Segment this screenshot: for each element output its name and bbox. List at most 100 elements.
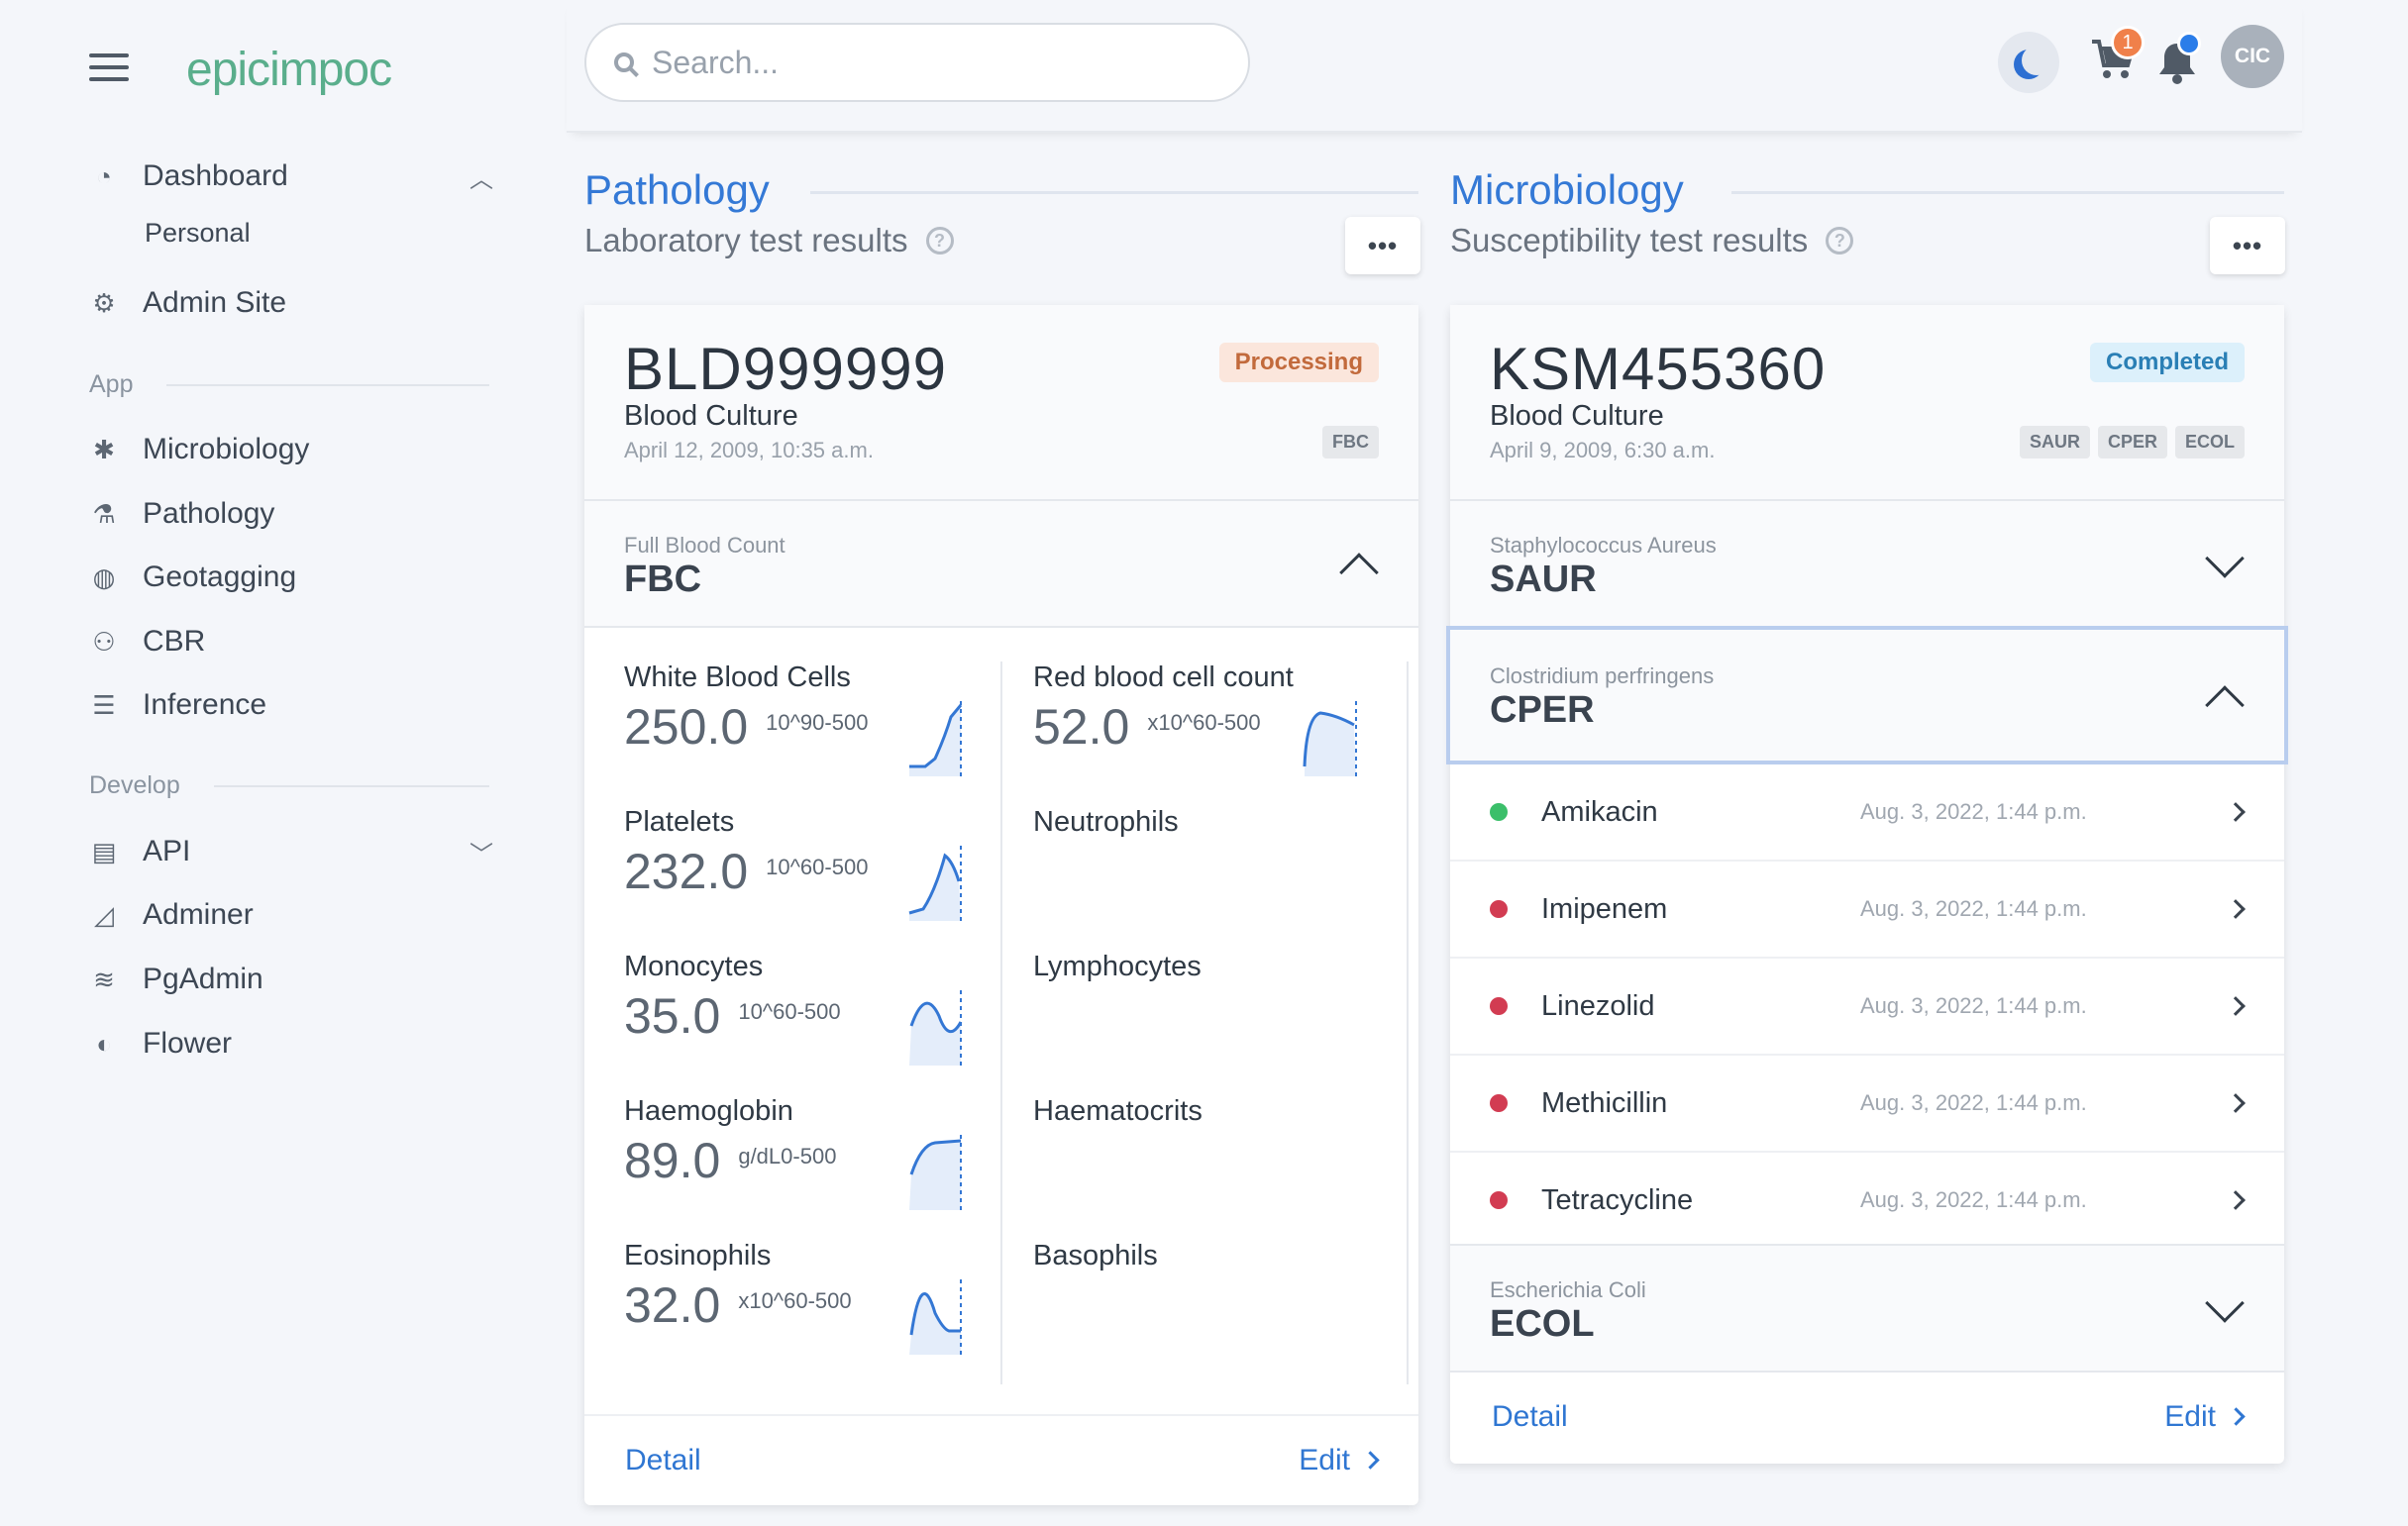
- edit-link[interactable]: Edit: [2164, 1400, 2246, 1434]
- metric-value: 52.0: [1033, 699, 1130, 755]
- align-left-icon: ☰: [92, 689, 116, 720]
- status-badge: Completed: [2089, 343, 2245, 382]
- tag: CPER: [2097, 426, 2167, 458]
- detail-link[interactable]: Detail: [1492, 1400, 1568, 1434]
- pathology-more-button[interactable]: •••: [1345, 217, 1420, 274]
- group-name: Full Blood Count: [624, 533, 785, 558]
- antibiotic-date: Aug. 3, 2022, 1:44 p.m.: [1860, 1187, 2087, 1212]
- status-dot: [1490, 1191, 1508, 1209]
- logo-text-left: epic: [186, 43, 270, 96]
- help-icon[interactable]: ?: [925, 227, 954, 254]
- edit-link[interactable]: Edit: [1299, 1444, 1380, 1477]
- metric-unit: 10^6: [738, 999, 785, 1024]
- moon-icon: [2022, 46, 2051, 75]
- sidebar-item-api[interactable]: ▤ API ﹀: [87, 824, 493, 879]
- edit-label: Edit: [2164, 1400, 2216, 1433]
- search-input[interactable]: Search...: [584, 23, 1250, 102]
- edit-label: Edit: [1299, 1444, 1350, 1476]
- sidebar-item-pathology[interactable]: ⚗ Pathology: [87, 486, 274, 542]
- group-cper[interactable]: Clostridium perfringens CPER: [1446, 626, 2288, 764]
- metric-item[interactable]: Basophils: [1033, 1240, 1390, 1369]
- sidebar-item-flower[interactable]: ◐ Flower: [87, 1016, 232, 1071]
- notifications-button[interactable]: [2157, 32, 2201, 87]
- status-dot: [1490, 997, 1508, 1015]
- metric-name: Neutrophils: [1033, 806, 1179, 838]
- group-saur[interactable]: Staphylococcus Aureus SAUR: [1450, 501, 2284, 630]
- metric-item[interactable]: Eosinophils 32.0 x10^6 0-500: [624, 1240, 981, 1369]
- antibiotic-row[interactable]: Linezolid Aug. 3, 2022, 1:44 p.m.: [1450, 959, 2284, 1056]
- sparkline-chart: [909, 701, 963, 778]
- antibiotic-list: Amikacin Aug. 3, 2022, 1:44 p.m. Imipene…: [1450, 764, 2284, 1250]
- metric-item[interactable]: Neutrophils: [1033, 806, 1390, 935]
- chevron-down-icon[interactable]: [2205, 539, 2245, 578]
- cart-button[interactable]: 1: [2090, 26, 2145, 83]
- sparkline-chart: [909, 1279, 962, 1357]
- tag-list: SAUR CPER ECOL: [2019, 426, 2245, 458]
- scrollbar[interactable]: [1407, 661, 1409, 1384]
- microbiology-more-button[interactable]: •••: [2210, 217, 2285, 274]
- metric-name: Red blood cell count: [1033, 661, 1294, 693]
- sidebar-item-admin-site[interactable]: ⚙ Admin Site: [87, 275, 286, 331]
- sidebar-item-geotagging[interactable]: ◍ Geotagging: [87, 550, 296, 605]
- metric-item[interactable]: Platelets 232.0 10^6 0-500: [624, 806, 981, 935]
- metric-item[interactable]: Lymphocytes: [1033, 951, 1390, 1079]
- search-icon: [614, 52, 634, 72]
- chevron-down-icon[interactable]: [2205, 1283, 2245, 1323]
- metric-item[interactable]: Monocytes 35.0 10^6 0-500: [624, 951, 981, 1079]
- sidebar-item-pgadmin[interactable]: ≋ PgAdmin: [87, 952, 263, 1007]
- chevron-down-icon[interactable]: ﹀: [470, 835, 493, 869]
- chevron-right-icon[interactable]: [2226, 802, 2246, 822]
- metric-item[interactable]: Red blood cell count 52.0 x10^6 0-500: [1033, 661, 1390, 790]
- chevron-up-icon[interactable]: ︿: [470, 159, 493, 194]
- section-develop: Develop: [89, 771, 489, 800]
- group-ecol[interactable]: Escherichia Coli ECOL: [1450, 1244, 2284, 1373]
- metric-name: Haemoglobin: [624, 1095, 793, 1127]
- metric-unit: x10^6: [738, 1288, 796, 1313]
- microbiology-card: KSM455360 Completed Blood Culture April …: [1446, 305, 2288, 1464]
- chevron-right-icon[interactable]: [2226, 996, 2246, 1016]
- metric-range: 0-500: [781, 1144, 837, 1169]
- antibiotic-date: Aug. 3, 2022, 1:44 p.m.: [1860, 799, 2087, 824]
- sidebar-item-cbr[interactable]: ⚇ CBR: [87, 614, 205, 669]
- antibiotic-row[interactable]: Tetracycline Aug. 3, 2022, 1:44 p.m.: [1450, 1153, 2284, 1250]
- antibiotic-row[interactable]: Imipenem Aug. 3, 2022, 1:44 p.m.: [1450, 862, 2284, 959]
- sparkline-chart: [908, 846, 962, 923]
- antibiotic-date: Aug. 3, 2022, 1:44 p.m.: [1860, 896, 2087, 921]
- logo-text-right: impoc: [269, 43, 392, 96]
- group-fbc[interactable]: Full Blood Count FBC: [584, 501, 1418, 628]
- chevron-up-icon[interactable]: [1339, 553, 1379, 592]
- metric-item[interactable]: Haematocrits: [1033, 1095, 1390, 1224]
- dark-mode-toggle[interactable]: [1998, 32, 2059, 93]
- tag-list: FBC: [1322, 426, 1379, 458]
- metric-range: 0-500: [812, 710, 869, 735]
- app-logo[interactable]: epic impoc: [186, 26, 392, 113]
- sample-id: KSM455360: [1490, 336, 1827, 402]
- sidebar-item-dashboard[interactable]: ◔ Dashboard ︿: [87, 149, 493, 204]
- sidebar-item-label: Adminer: [143, 898, 254, 931]
- chevron-right-icon[interactable]: [2226, 1190, 2246, 1210]
- metric-item[interactable]: White Blood Cells 250.0 10^9 0-500: [624, 661, 981, 790]
- help-icon[interactable]: ?: [1826, 227, 1854, 254]
- sidebar-item-personal[interactable]: Personal: [145, 218, 251, 249]
- antibiotic-row[interactable]: Methicillin Aug. 3, 2022, 1:44 p.m.: [1450, 1056, 2284, 1153]
- gear-icon: ⚙: [92, 287, 116, 318]
- metric-item[interactable]: Haemoglobin 89.0 g/dL 0-500: [624, 1095, 981, 1224]
- search-placeholder: Search...: [652, 44, 780, 80]
- group-code: SAUR: [1490, 559, 1597, 600]
- chevron-right-icon[interactable]: [2226, 899, 2246, 919]
- chevron-up-icon[interactable]: [2205, 685, 2245, 725]
- detail-link[interactable]: Detail: [625, 1444, 701, 1477]
- sidebar-item-adminer[interactable]: ◿ Adminer: [87, 887, 254, 943]
- status-dot: [1490, 1094, 1508, 1112]
- antibiotic-name: Linezolid: [1541, 989, 1655, 1022]
- pathology-subtitle: Laboratory test results ?: [584, 222, 954, 259]
- sample-type: Blood Culture: [624, 400, 798, 432]
- chevron-right-icon[interactable]: [2226, 1093, 2246, 1113]
- sidebar-item-label: Microbiology: [143, 433, 310, 465]
- sidebar-item-microbiology[interactable]: ✱ Microbiology: [87, 422, 309, 477]
- antibiotic-row[interactable]: Amikacin Aug. 3, 2022, 1:44 p.m.: [1450, 764, 2284, 862]
- tag: FBC: [1322, 426, 1379, 458]
- sidebar-item-inference[interactable]: ☰ Inference: [87, 677, 266, 733]
- avatar[interactable]: CIC: [2221, 25, 2284, 88]
- menu-toggle-icon[interactable]: [89, 53, 129, 81]
